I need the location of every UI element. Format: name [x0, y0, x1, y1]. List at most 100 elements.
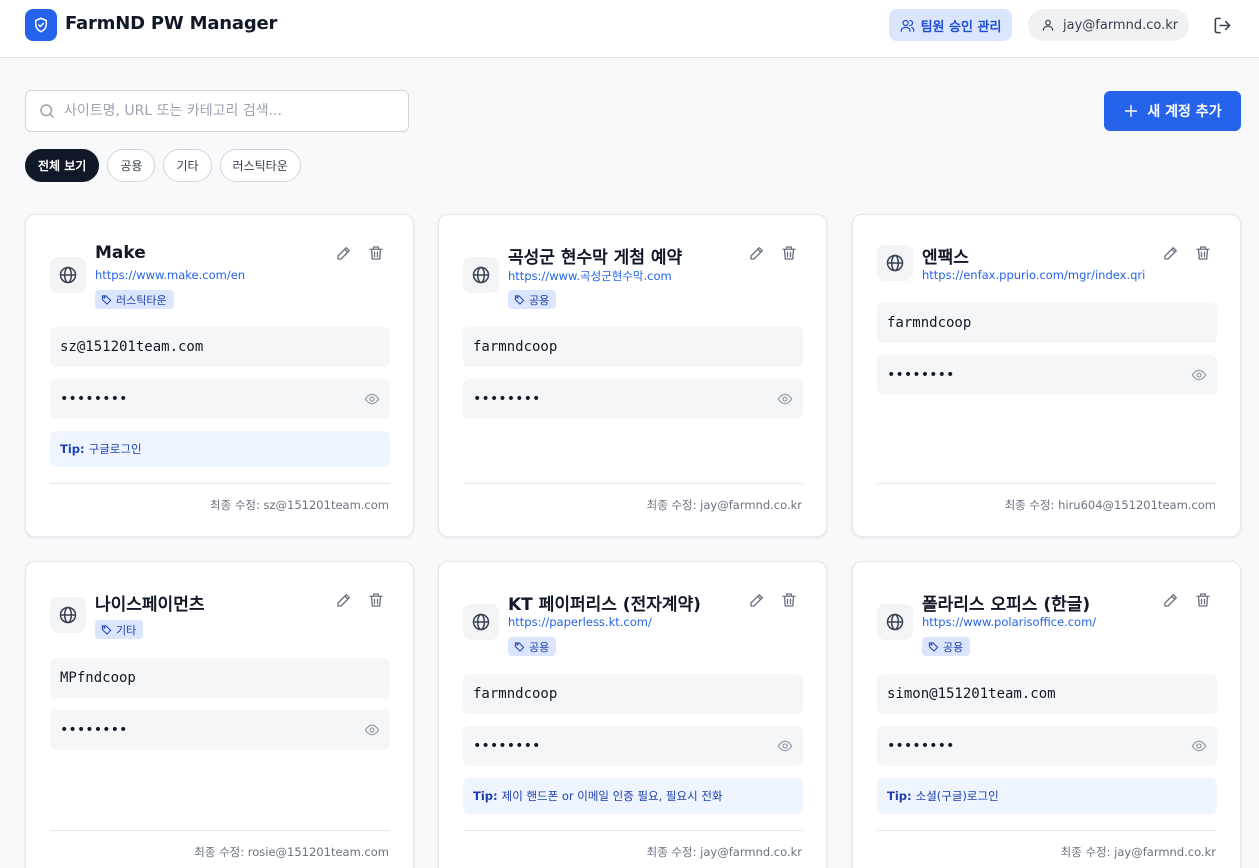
tip-prefix: Tip: [887, 789, 912, 803]
user-icon [1042, 19, 1054, 31]
modified-by: jay@farmnd.co.kr [700, 498, 802, 512]
edit-icon[interactable] [335, 591, 353, 609]
username-field[interactable]: farmndcoop [877, 303, 1217, 343]
site-name: Make [95, 243, 146, 263]
users-icon [900, 19, 914, 32]
edit-icon[interactable] [1162, 244, 1180, 262]
globe-icon [50, 597, 86, 633]
password-mask: •••••••• [60, 391, 128, 407]
filter-chip-shared[interactable]: 공용 [107, 149, 156, 182]
tip-box: Tip: 제이 핸드폰 or 이메일 인증 필요, 필요시 전화 [463, 778, 803, 814]
password-field[interactable]: •••••••• [50, 710, 390, 750]
modified-prefix: 최종 수정: [194, 845, 245, 859]
tip-box: Tip: 구글로그인 [50, 431, 390, 467]
modified-prefix: 최종 수정: [1060, 845, 1111, 859]
globe-icon [463, 604, 499, 640]
site-url-link[interactable]: https://paperless.kt.com/ [508, 615, 652, 629]
eye-icon[interactable] [777, 391, 793, 407]
eye-icon[interactable] [1191, 367, 1207, 383]
site-url-link[interactable]: https://www.make.com/en [95, 268, 245, 282]
site-name: 엔팩스 [922, 248, 969, 268]
category-tag: 공용 [922, 637, 971, 656]
globe-icon [877, 604, 913, 640]
password-field[interactable]: •••••••• [50, 379, 390, 419]
password-field[interactable]: •••••••• [877, 355, 1217, 395]
last-modified: 최종 수정: rosie@151201team.com [194, 844, 389, 860]
filter-chip-rustictown[interactable]: 러스틱타운 [219, 149, 301, 182]
site-url-link[interactable]: https://www.polarisoffice.com/ [922, 615, 1096, 629]
delete-icon[interactable] [1194, 244, 1212, 262]
eye-icon[interactable] [364, 391, 380, 407]
app-title: FarmND PW Manager [65, 13, 278, 34]
eye-icon[interactable] [777, 738, 793, 754]
category-tag: 공용 [508, 637, 557, 656]
last-modified: 최종 수정: jay@farmnd.co.kr [647, 497, 802, 513]
delete-icon[interactable] [367, 591, 385, 609]
account-card: 엔팩스 https://enfax.ppurio.com/mgr/index.q… [852, 214, 1241, 537]
last-modified: 최종 수정: jay@farmnd.co.kr [647, 844, 802, 860]
site-name: 나이스페이먼츠 [95, 595, 205, 615]
top-header: FarmND PW Manager 팀원 승인 관리 jay@farmnd.co… [0, 0, 1259, 58]
delete-icon[interactable] [780, 244, 798, 262]
site-name: 곡성군 현수막 게첨 예약 [508, 248, 683, 268]
last-modified: 최종 수정: hiru604@151201team.com [1005, 497, 1216, 513]
filter-chip-all[interactable]: 전체 보기 [25, 149, 100, 182]
eye-icon[interactable] [364, 722, 380, 738]
add-account-label: 새 계정 추가 [1147, 104, 1222, 120]
site-url-link[interactable]: https://enfax.ppurio.com/mgr/index.qri [922, 268, 1145, 282]
edit-icon[interactable] [335, 244, 353, 262]
tag-label: 공용 [943, 640, 964, 654]
username-field[interactable]: farmndcoop [463, 327, 803, 367]
tag-icon [101, 295, 112, 305]
account-card: 곡성군 현수막 게첨 예약 https://www.곡성군현수막.com 공용 … [438, 214, 827, 537]
delete-icon[interactable] [1194, 591, 1212, 609]
account-card: KT 페이퍼리스 (전자계약) https://paperless.kt.com… [438, 561, 827, 868]
password-field[interactable]: •••••••• [463, 379, 803, 419]
category-filters: 전체 보기 공용 기타 러스틱타운 [25, 149, 301, 182]
tip-box: Tip: 소셜(구글)로그인 [877, 778, 1217, 814]
filter-chip-other[interactable]: 기타 [163, 149, 212, 182]
tag-icon [514, 295, 525, 305]
add-account-button[interactable]: 새 계정 추가 [1104, 91, 1241, 131]
search-icon [40, 104, 54, 118]
search-input[interactable] [64, 103, 384, 119]
last-modified: 최종 수정: sz@151201team.com [210, 497, 389, 513]
logout-icon[interactable] [1212, 15, 1232, 35]
edit-icon[interactable] [748, 591, 766, 609]
plus-icon [1125, 104, 1138, 118]
tip-prefix: Tip: [473, 789, 498, 803]
user-account-pill[interactable]: jay@farmnd.co.kr [1028, 9, 1189, 41]
account-card: Make https://www.make.com/en 러스틱타운 sz@15… [25, 214, 414, 537]
eye-icon[interactable] [1191, 738, 1207, 754]
edit-icon[interactable] [748, 244, 766, 262]
tag-icon [101, 625, 112, 635]
password-mask: •••••••• [887, 367, 955, 383]
tag-label: 공용 [529, 293, 550, 307]
password-mask: •••••••• [473, 391, 541, 407]
team-approval-button[interactable]: 팀원 승인 관리 [889, 9, 1012, 41]
username-field[interactable]: MPfndcoop [50, 658, 390, 698]
modified-by: jay@farmnd.co.kr [1114, 845, 1216, 859]
site-url-link[interactable]: https://www.곡성군현수막.com [508, 268, 672, 284]
password-mask: •••••••• [887, 738, 955, 754]
tag-icon [514, 642, 525, 652]
search-box [25, 90, 409, 132]
tag-label: 기타 [116, 623, 137, 637]
modified-by: rosie@151201team.com [247, 845, 389, 859]
edit-icon[interactable] [1162, 591, 1180, 609]
divider [877, 830, 1217, 831]
password-field[interactable]: •••••••• [877, 726, 1217, 766]
username-field[interactable]: farmndcoop [463, 674, 803, 714]
username-field[interactable]: sz@151201team.com [50, 327, 390, 367]
modified-prefix: 최종 수정: [646, 845, 697, 859]
delete-icon[interactable] [780, 591, 798, 609]
last-modified: 최종 수정: jay@farmnd.co.kr [1061, 844, 1216, 860]
modified-by: jay@farmnd.co.kr [700, 845, 802, 859]
delete-icon[interactable] [367, 244, 385, 262]
tip-text: 구글로그인 [88, 442, 142, 456]
category-tag: 공용 [508, 290, 557, 309]
category-tag: 러스틱타운 [95, 290, 174, 309]
password-field[interactable]: •••••••• [463, 726, 803, 766]
username-field[interactable]: simon@151201team.com [877, 674, 1217, 714]
shield-logo-icon [25, 9, 57, 41]
